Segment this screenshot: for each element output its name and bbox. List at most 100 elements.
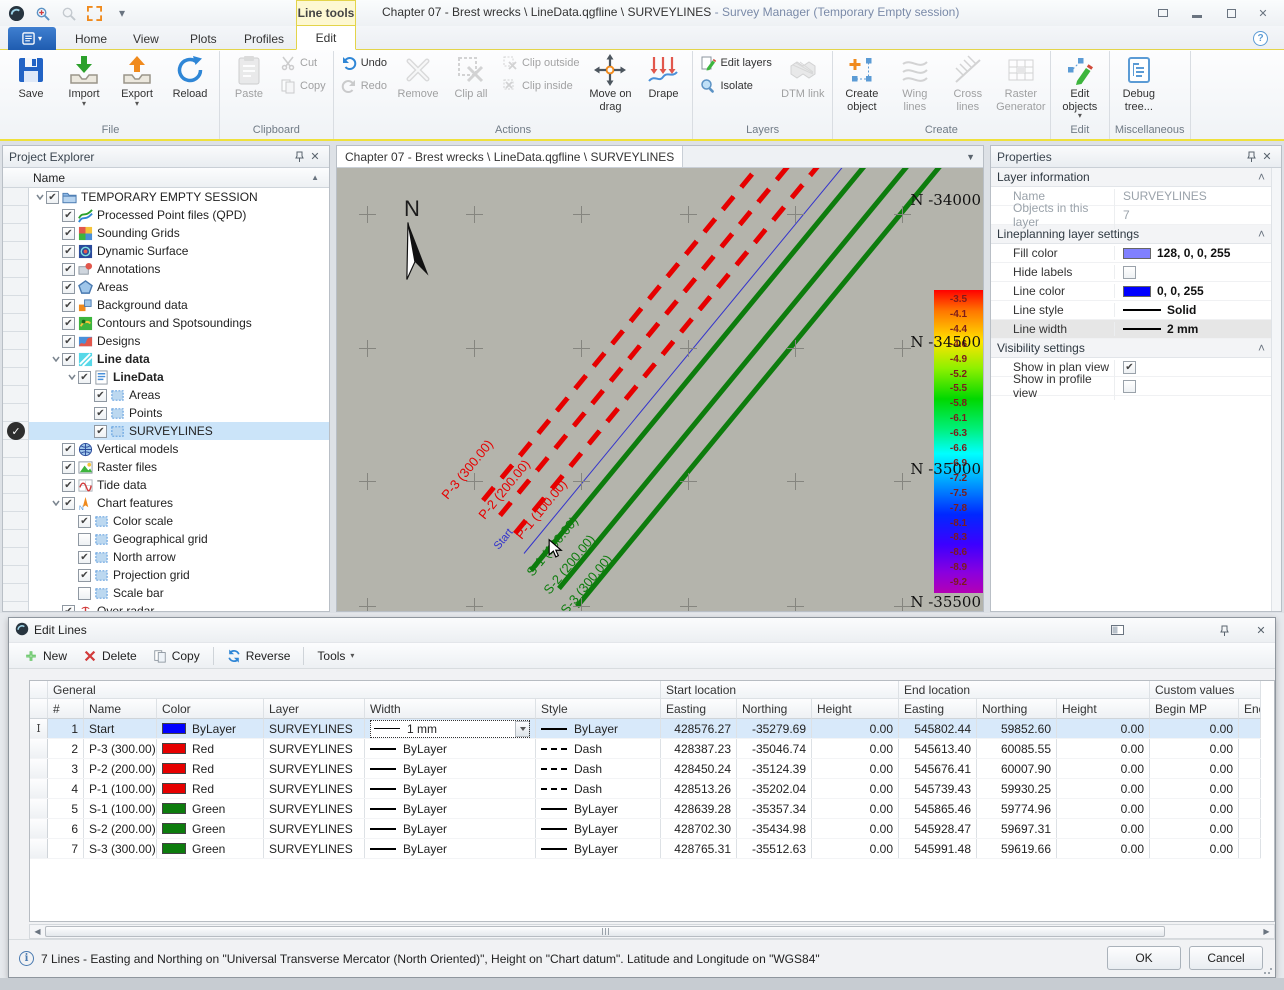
row-header-edit-caret[interactable]: I — [30, 719, 48, 738]
cell-value[interactable]: -35202.04 — [737, 779, 812, 798]
cell-value[interactable]: 545739.43 — [899, 779, 977, 798]
cell-layer[interactable]: SURVEYLINES — [264, 759, 365, 778]
cell-color[interactable]: ByLayer — [157, 719, 264, 738]
checkbox[interactable]: ✔ — [62, 299, 75, 312]
row-header[interactable] — [30, 739, 48, 758]
cell-style[interactable]: ByLayer — [536, 719, 661, 738]
cell-style[interactable]: ByLayer — [536, 839, 661, 858]
help-icon[interactable]: ? — [1253, 31, 1268, 46]
cell-value[interactable]: 428576.27 — [661, 719, 737, 738]
tree-item-processed-point-files-qpd[interactable]: ✔Processed Point files (QPD) — [29, 206, 329, 224]
table-row[interactable]: I1StartByLayerSURVEYLINES1 mmByLayer4285… — [30, 719, 1261, 739]
tree-item-sounding-grids[interactable]: ✔Sounding Grids — [29, 224, 329, 242]
column-header-[interactable]: # — [48, 699, 84, 719]
cell-value[interactable]: 545613.40 — [899, 739, 977, 758]
cell-layer[interactable]: SURVEYLINES — [264, 719, 365, 738]
cell-layer[interactable]: SURVEYLINES — [264, 819, 365, 838]
tree-item-designs[interactable]: ✔Designs — [29, 332, 329, 350]
cell-layer[interactable]: SURVEYLINES — [264, 779, 365, 798]
cell-value[interactable]: 428702.30 — [661, 819, 737, 838]
quick-access-dropdown-icon[interactable]: ▾ — [112, 4, 132, 22]
cell-value[interactable]: 0.00 — [812, 719, 899, 738]
delete-button[interactable]: Delete — [76, 646, 144, 666]
cell-value[interactable]: -35357.34 — [737, 799, 812, 818]
cell-value[interactable]: 428450.24 — [661, 759, 737, 778]
cell-value[interactable]: 0.00 — [1150, 819, 1239, 838]
properties-scrollbar[interactable] — [1271, 168, 1281, 611]
cell-value[interactable]: 0.00 — [812, 759, 899, 778]
cell-style[interactable]: ByLayer — [536, 819, 661, 838]
cell-width[interactable]: ByLayer — [365, 779, 536, 798]
tree-item-surveylines[interactable]: ✔SURVEYLINES — [29, 422, 329, 440]
cell-value[interactable]: 0.00 — [1057, 779, 1150, 798]
tree-item-north-arrow[interactable]: ✔North arrow — [29, 548, 329, 566]
property-row-line-width[interactable]: Line width2 mm — [991, 320, 1271, 339]
cell-value[interactable]: 0.00 — [1057, 719, 1150, 738]
column-header-northing[interactable]: Northing — [977, 699, 1057, 719]
cell-value[interactable]: 0.00 — [812, 819, 899, 838]
property-value[interactable]: 7 — [1115, 208, 1130, 222]
cell-value[interactable]: 428639.28 — [661, 799, 737, 818]
map-tab-dropdown-icon[interactable]: ▼ — [958, 146, 983, 167]
row-header[interactable] — [30, 799, 48, 818]
table-row[interactable]: 7S-3 (300.00)GreenSURVEYLINESByLayerByLa… — [30, 839, 1261, 859]
cell-value[interactable]: 59697.31 — [977, 819, 1057, 838]
new-button[interactable]: New — [17, 646, 74, 666]
property-row-hide-labels[interactable]: Hide labels — [991, 263, 1271, 282]
checkbox[interactable]: ✔ — [62, 227, 75, 240]
ribbon-button-edit-layers[interactable]: Edit layers — [696, 52, 775, 74]
cell-width[interactable]: ByLayer — [365, 819, 536, 838]
expander-icon[interactable] — [49, 497, 62, 510]
cell-width[interactable]: ByLayer — [365, 759, 536, 778]
cell-width[interactable]: ByLayer — [365, 839, 536, 858]
property-row-line-style[interactable]: Line styleSolid — [991, 301, 1271, 320]
row-header[interactable] — [30, 779, 48, 798]
checkbox[interactable]: ✔ — [62, 497, 75, 510]
property-value[interactable]: 128, 0, 0, 255 — [1115, 246, 1230, 260]
cell-value[interactable]: 0.00 — [1057, 799, 1150, 818]
cell-value[interactable]: 428387.23 — [661, 739, 737, 758]
cell-name[interactable]: P-1 (100.00) — [84, 779, 157, 798]
property-value[interactable]: SURVEYLINES — [1115, 189, 1207, 203]
cell-color[interactable]: Red — [157, 779, 264, 798]
column-header-easting[interactable]: Easting — [899, 699, 977, 719]
cell-value[interactable]: 545991.48 — [899, 839, 977, 858]
table-row[interactable]: 5S-1 (100.00)GreenSURVEYLINESByLayerByLa… — [30, 799, 1261, 819]
cell-value[interactable]: 0.00 — [812, 839, 899, 858]
properties-section-layer-information[interactable]: Layer information˄ — [991, 168, 1271, 187]
checkbox[interactable]: ✔ — [62, 461, 75, 474]
column-header-style[interactable]: Style — [536, 699, 661, 719]
ok-button[interactable]: OK — [1107, 946, 1181, 970]
cell-value[interactable]: 0.00 — [1150, 719, 1239, 738]
tree-item-raster-files[interactable]: ✔Raster files — [29, 458, 329, 476]
tab-profiles[interactable]: Profiles — [231, 28, 297, 50]
map-tab[interactable]: Chapter 07 - Brest wrecks \ LineData.qgf… — [337, 146, 683, 167]
fullscreen-button[interactable] — [1152, 5, 1174, 21]
checkbox[interactable]: ✔ — [62, 245, 75, 258]
reverse-button[interactable]: Reverse — [220, 646, 298, 666]
tree-item-temporary-empty-session[interactable]: ✔TEMPORARY EMPTY SESSION — [29, 188, 329, 206]
column-header-height[interactable]: Height — [1057, 699, 1150, 719]
cell-value[interactable]: 545865.46 — [899, 799, 977, 818]
column-header-begin-mp[interactable]: Begin MP — [1150, 699, 1239, 719]
tree-column-header[interactable]: Name ▲ — [3, 168, 329, 188]
close-button[interactable]: ✕ — [1252, 5, 1274, 21]
sort-ascending-icon[interactable]: ▲ — [311, 173, 319, 182]
cell-value[interactable]: 0.00 — [1150, 799, 1239, 818]
checkbox[interactable]: ✔ — [94, 407, 107, 420]
ribbon-button-import[interactable]: Import▾ — [58, 52, 110, 118]
zoom-extents-icon[interactable] — [84, 4, 104, 22]
cell-value[interactable]: 59619.66 — [977, 839, 1057, 858]
expander-icon[interactable] — [33, 191, 46, 204]
ribbon-button-drape[interactable]: Drape — [637, 52, 689, 118]
checkbox[interactable]: ✔ — [46, 191, 59, 204]
cell-color[interactable]: Green — [157, 799, 264, 818]
survey-line-s2[interactable] — [557, 168, 983, 590]
cell-color[interactable]: Red — [157, 739, 264, 758]
property-value[interactable] — [1115, 380, 1136, 393]
tree-item-over-radar[interactable]: ✔Over radar — [29, 602, 329, 611]
property-row-show-in-profile-view[interactable]: Show in profile view — [991, 377, 1271, 396]
column-header-height[interactable]: Height — [812, 699, 899, 719]
cell-width[interactable]: ByLayer — [365, 799, 536, 818]
zoom-out-icon[interactable] — [58, 4, 78, 22]
